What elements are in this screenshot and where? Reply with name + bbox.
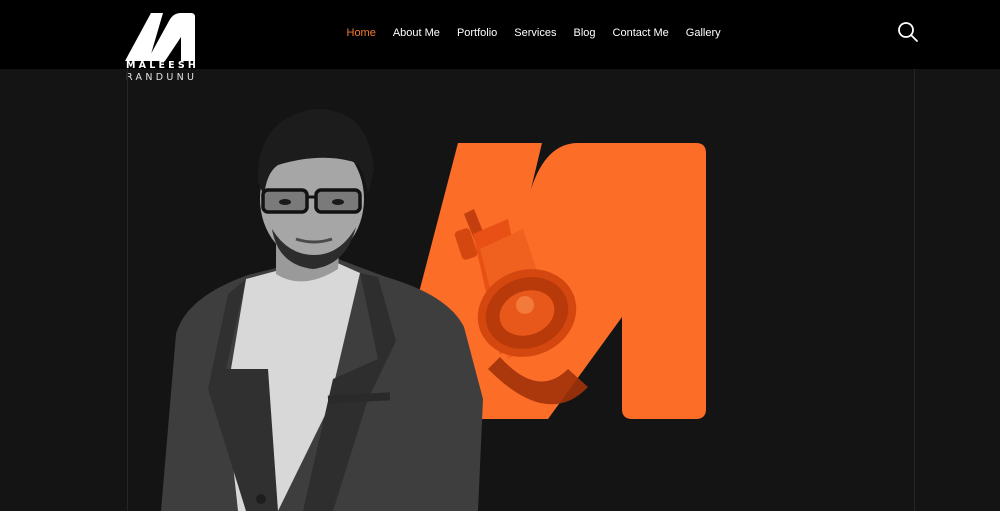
- main-nav: Home About Me Portfolio Services Blog Co…: [338, 21, 729, 45]
- nav-contact-me[interactable]: Contact Me: [604, 21, 677, 45]
- nav-gallery[interactable]: Gallery: [677, 21, 729, 45]
- nav-portfolio[interactable]: Portfolio: [448, 21, 505, 45]
- nav-home[interactable]: Home: [338, 21, 384, 45]
- hero-artwork: [161, 108, 706, 511]
- portrait-photo: [161, 108, 483, 511]
- logo-m-mark: [125, 13, 195, 61]
- nav-services[interactable]: Services: [506, 21, 565, 45]
- search-icon[interactable]: [897, 21, 919, 43]
- nav-blog[interactable]: Blog: [565, 21, 604, 45]
- hero-section: [127, 69, 915, 511]
- site-header: MALEESH RANDUNU Home About Me Portfolio …: [0, 0, 1000, 83]
- nav-about-me[interactable]: About Me: [384, 21, 448, 45]
